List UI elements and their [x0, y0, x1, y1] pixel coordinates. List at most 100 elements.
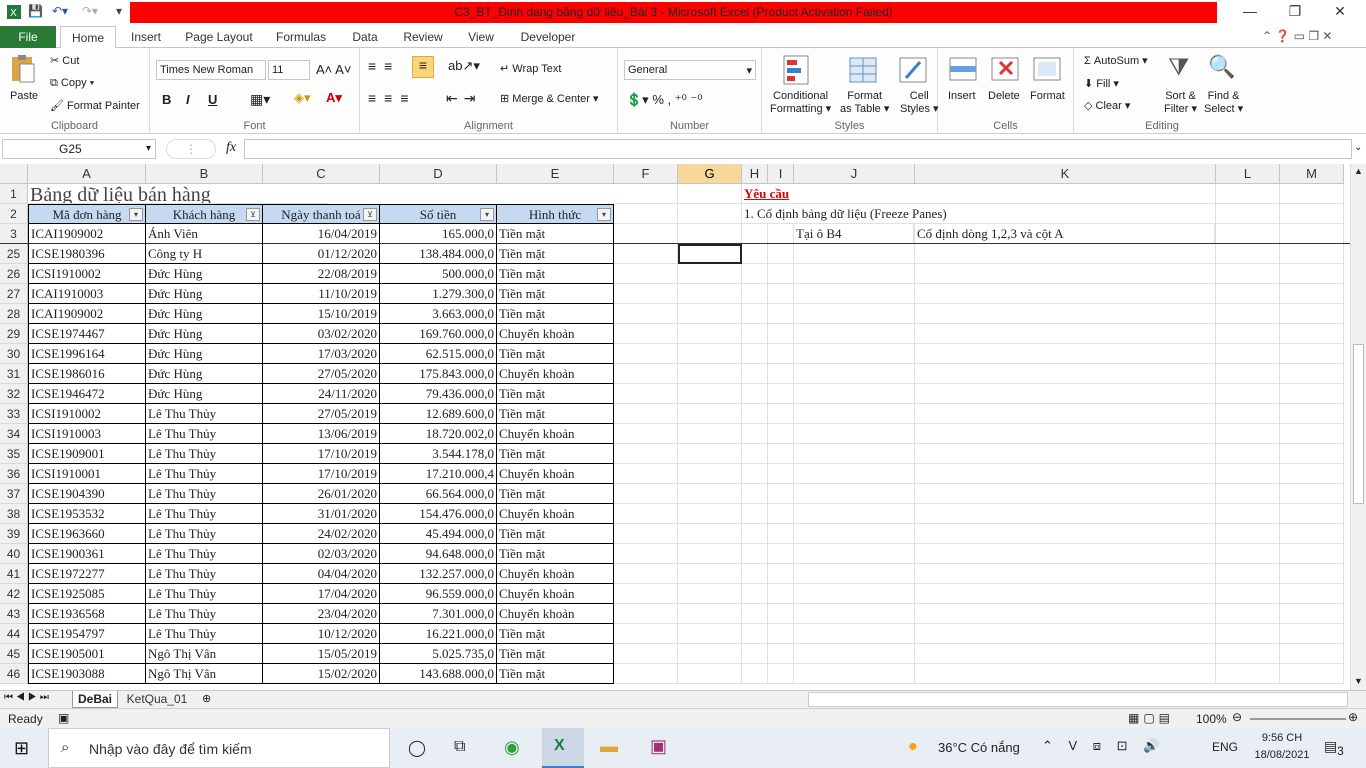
table-cell-d[interactable]: 500.000,0	[380, 264, 497, 284]
grid-cell[interactable]	[678, 504, 742, 524]
tab-file[interactable]: File	[0, 26, 56, 48]
table-cell-d[interactable]: 79.436.000,0	[380, 384, 497, 404]
table-cell-c[interactable]: 23/04/2020	[263, 604, 380, 624]
grid-cell[interactable]	[915, 364, 1216, 384]
table-cell-d[interactable]: 154.476.000,0	[380, 504, 497, 524]
grid-cell[interactable]	[742, 624, 768, 644]
grid-cell[interactable]	[678, 404, 742, 424]
table-cell-c[interactable]: 24/02/2020	[263, 524, 380, 544]
taskbar-search-box[interactable]: ⌕ Nhập vào đây để tìm kiếm	[48, 728, 390, 768]
table-cell-b[interactable]: Ngô Thị Vân	[146, 664, 263, 684]
grid-cell[interactable]	[768, 324, 794, 344]
table-cell-a[interactable]: ICSE1936568	[28, 604, 146, 624]
grid-cell[interactable]	[678, 324, 742, 344]
grid-cell[interactable]	[794, 524, 915, 544]
grid-cell[interactable]	[915, 664, 1216, 684]
grid-cell[interactable]	[1216, 424, 1280, 444]
grid-cell[interactable]	[614, 264, 678, 284]
grid-cell[interactable]	[1216, 284, 1280, 304]
table-cell-c[interactable]: 11/10/2019	[263, 284, 380, 304]
grid-cell[interactable]	[1280, 424, 1344, 444]
grid-cell[interactable]	[678, 264, 742, 284]
table-cell-a[interactable]: ICSE1996164	[28, 344, 146, 364]
tab-data[interactable]: Data	[344, 26, 386, 48]
table-cell-c[interactable]: 17/03/2020	[263, 344, 380, 364]
table-cell-c[interactable]: 27/05/2020	[263, 364, 380, 384]
sheet-tab-debai[interactable]: DeBai	[72, 691, 118, 708]
table-cell-b[interactable]: Lê Thu Thủy	[146, 524, 263, 544]
table-cell-e[interactable]: Tiền mặt	[497, 244, 614, 264]
grid-cell[interactable]	[1280, 184, 1344, 204]
row-header[interactable]: 39	[0, 524, 28, 544]
orientation-icon[interactable]: ab↗▾	[448, 58, 480, 74]
table-cell-b[interactable]: Đức Hùng	[146, 284, 263, 304]
table-cell-c[interactable]: 13/06/2019	[263, 424, 380, 444]
grid-cell[interactable]	[678, 344, 742, 364]
task-view-icon[interactable]: ⧉	[454, 738, 465, 756]
table-cell-a[interactable]: ICSE1986016	[28, 364, 146, 384]
grid-cell[interactable]	[1216, 384, 1280, 404]
grid-cell[interactable]	[678, 524, 742, 544]
grid-cell[interactable]	[1280, 604, 1344, 624]
row-header[interactable]: 45	[0, 644, 28, 664]
fill-button[interactable]: ⬇ Fill ▾	[1084, 77, 1119, 90]
grid-cell[interactable]	[1280, 464, 1344, 484]
grid-cell[interactable]	[915, 184, 1216, 204]
undo-icon[interactable]: ↶▾	[52, 4, 68, 18]
row-header[interactable]: 31	[0, 364, 28, 384]
table-cell-b[interactable]: Lê Thu Thủy	[146, 464, 263, 484]
grid-cell[interactable]	[742, 404, 768, 424]
grid-cell[interactable]	[614, 484, 678, 504]
grid-cell[interactable]	[768, 364, 794, 384]
grid-cell[interactable]	[614, 184, 678, 204]
sheet-tab-ketqua[interactable]: KetQua_01	[120, 691, 194, 708]
grid-cell[interactable]	[1216, 524, 1280, 544]
format-cells-icon[interactable]	[1032, 54, 1062, 87]
grid-cell[interactable]	[1216, 224, 1280, 244]
table-cell-b[interactable]: Đức Hùng	[146, 264, 263, 284]
grid-cell[interactable]	[742, 244, 768, 264]
grid-cell[interactable]	[915, 484, 1216, 504]
underline-button[interactable]: U	[208, 92, 217, 107]
grid-cell[interactable]	[678, 284, 742, 304]
grid-cell[interactable]	[678, 544, 742, 564]
grid-cell[interactable]	[768, 584, 794, 604]
delete-cells-icon[interactable]	[990, 54, 1020, 87]
table-header-d[interactable]: Số tiền ▾	[380, 204, 497, 224]
horizontal-scrollbar[interactable]	[808, 692, 1348, 707]
grid-cell[interactable]	[915, 584, 1216, 604]
insert-cells-icon[interactable]	[948, 54, 978, 87]
grid-cell[interactable]	[768, 344, 794, 364]
grid-cell[interactable]	[794, 644, 915, 664]
grid-cell[interactable]	[794, 484, 915, 504]
column-header-b[interactable]: B	[146, 164, 263, 184]
table-cell-e[interactable]: Tiền mặt	[497, 224, 614, 244]
grid-cell[interactable]	[742, 364, 768, 384]
tab-view[interactable]: View	[460, 26, 502, 48]
table-header-b[interactable]: Khách hàng ⊻	[146, 204, 263, 224]
grid-cell[interactable]	[614, 224, 678, 244]
tab-home[interactable]: Home	[60, 26, 116, 49]
column-header-h[interactable]: H	[742, 164, 768, 184]
grid-cell[interactable]	[794, 624, 915, 644]
grid-cell[interactable]	[915, 544, 1216, 564]
table-cell-d[interactable]: 5.025.735,0	[380, 644, 497, 664]
grid-cell[interactable]	[678, 304, 742, 324]
row-header[interactable]: 26	[0, 264, 28, 284]
cut-button[interactable]: ✂ Cut	[50, 54, 79, 67]
column-header-l[interactable]: L	[1216, 164, 1280, 184]
row-header[interactable]: 44	[0, 624, 28, 644]
grid-cell[interactable]	[1280, 224, 1344, 244]
table-cell-b[interactable]: Lê Thu Thủy	[146, 624, 263, 644]
column-header-a[interactable]: A	[28, 164, 146, 184]
ribbon-controls-icons[interactable]: ⌃ ❓ ▭ ❐ ✕	[1262, 29, 1332, 43]
grid-cell[interactable]	[614, 544, 678, 564]
windows-start-icon[interactable]: ⊞	[14, 738, 29, 759]
table-cell-e[interactable]: Chuyển khoản	[497, 604, 614, 624]
grid-cell[interactable]	[1280, 444, 1344, 464]
table-cell-a[interactable]: ICSI1910002	[28, 404, 146, 424]
grid-cell[interactable]	[768, 644, 794, 664]
row-header[interactable]: 33	[0, 404, 28, 424]
cortana-icon[interactable]: ◯	[408, 738, 426, 758]
table-cell-c[interactable]: 04/04/2020	[263, 564, 380, 584]
